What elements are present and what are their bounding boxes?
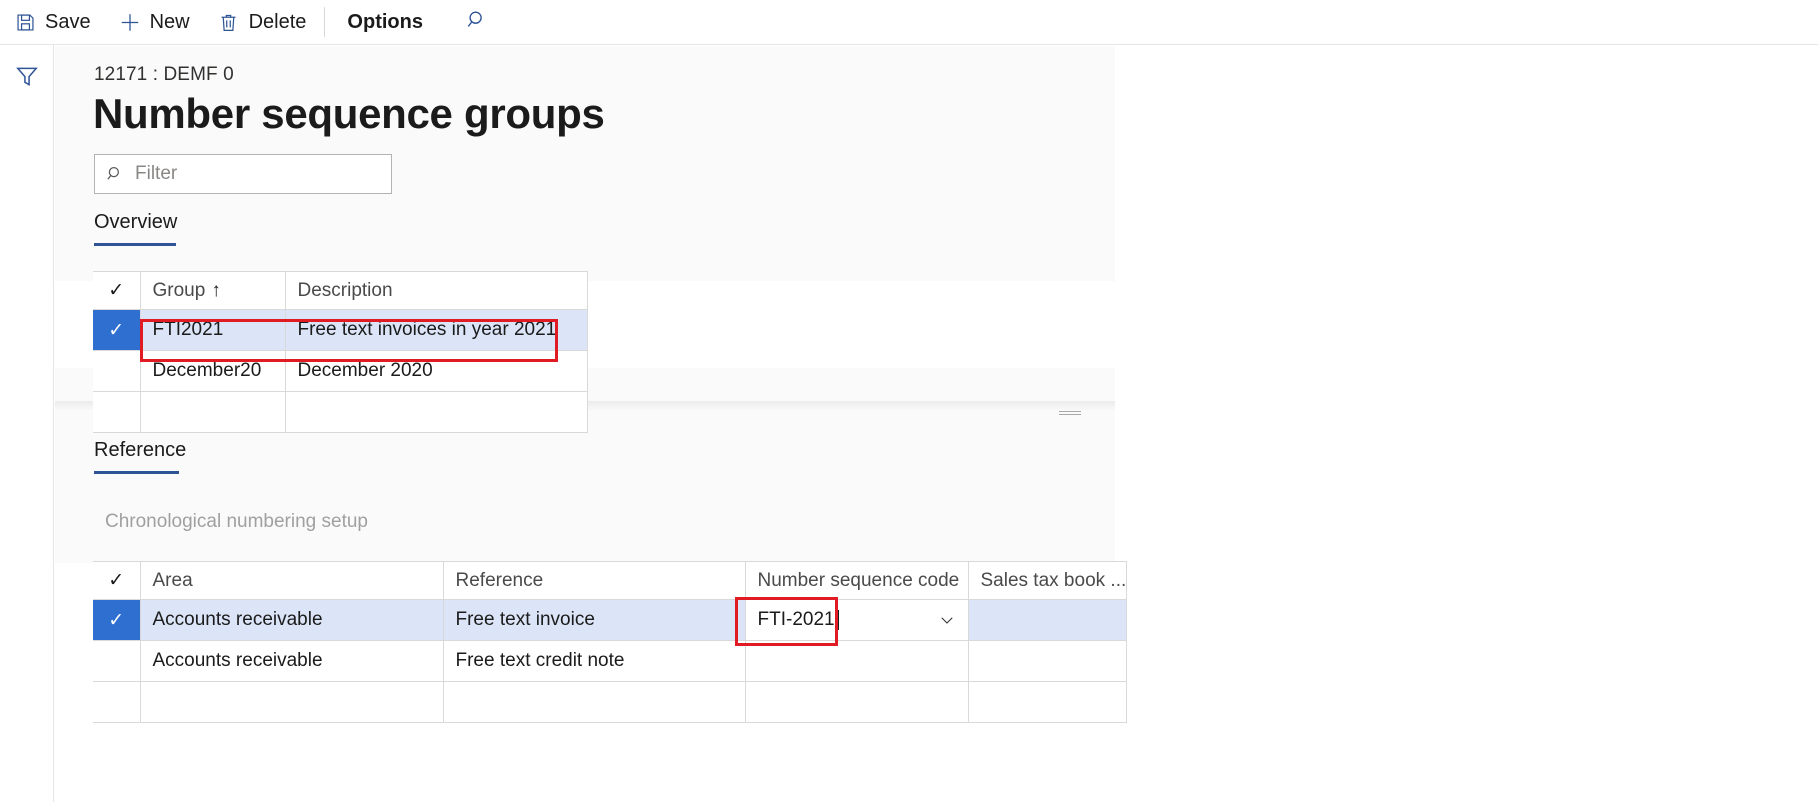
table-row[interactable] <box>93 392 587 433</box>
reference-grid-header-row: ✓ Area Reference Number sequence code Sa… <box>93 562 1127 600</box>
main-content: 12171 : DEMF 0 Number sequence groups Ov… <box>55 46 1818 802</box>
save-button[interactable]: Save <box>0 0 105 44</box>
cell-number-sequence-code[interactable] <box>745 641 968 682</box>
cell-reference[interactable] <box>443 682 745 723</box>
table-row[interactable]: ✓ Accounts receivable Free text invoice … <box>93 600 1127 641</box>
chronological-numbering-setup-label: Chronological numbering setup <box>105 511 368 533</box>
table-row[interactable]: Accounts receivable Free text credit not… <box>93 641 1127 682</box>
cell-sales-tax-book[interactable] <box>968 682 1127 723</box>
command-bar-separator <box>324 7 325 37</box>
column-header-description-label: Description <box>298 280 393 301</box>
panel-splitter-handle[interactable] <box>1059 411 1081 415</box>
cell-sales-tax-book[interactable] <box>968 600 1127 641</box>
cell-number-sequence-code[interactable]: FTI-2021 <box>745 600 968 641</box>
trash-icon <box>218 11 240 33</box>
select-all-header[interactable]: ✓ <box>93 272 140 310</box>
search-button[interactable] <box>455 0 499 44</box>
table-row[interactable]: December20 December 2020 <box>93 351 587 392</box>
cell-sales-tax-book[interactable] <box>968 641 1127 682</box>
funnel-icon <box>14 76 40 93</box>
checkmark-icon: ✓ <box>108 319 124 342</box>
row-selector[interactable] <box>93 682 140 723</box>
tab-reference[interactable]: Reference <box>94 439 186 474</box>
cell-reference[interactable]: Free text invoice <box>443 600 745 641</box>
column-header-reference[interactable]: Reference <box>443 562 745 600</box>
checkmark-icon: ✓ <box>108 609 124 632</box>
row-selector[interactable]: ✓ <box>93 600 140 641</box>
chevron-down-icon[interactable] <box>938 611 956 629</box>
cell-description[interactable]: December 2020 <box>285 351 587 392</box>
row-selector[interactable] <box>93 392 140 433</box>
select-all-header[interactable]: ✓ <box>93 562 140 600</box>
cell-area[interactable]: Accounts receivable <box>140 641 443 682</box>
cell-group[interactable] <box>140 392 285 433</box>
cell-description[interactable]: Free text invoices in year 2021 <box>285 310 587 351</box>
delete-button[interactable]: Delete <box>204 0 321 44</box>
plus-icon <box>119 11 141 33</box>
column-header-number-sequence-code[interactable]: Number sequence code <box>745 562 968 600</box>
overview-grid: ✓ Group↑ Description ✓ FTI2021 Free <box>93 271 588 433</box>
row-selector[interactable]: ✓ <box>93 310 140 351</box>
column-header-description[interactable]: Description <box>285 272 587 310</box>
cell-group[interactable]: FTI2021 <box>140 310 285 351</box>
options-button[interactable]: Options <box>329 11 441 34</box>
overview-grid-header-row: ✓ Group↑ Description <box>93 272 587 310</box>
filter-pane-button[interactable] <box>14 63 40 89</box>
new-button[interactable]: New <box>105 0 204 44</box>
left-rail <box>0 45 54 802</box>
new-button-label: New <box>150 11 190 34</box>
table-row[interactable]: ✓ FTI2021 Free text invoices in year 202… <box>93 310 587 351</box>
delete-button-label: Delete <box>249 11 307 34</box>
column-header-group-label: Group <box>153 280 206 301</box>
cell-area[interactable] <box>140 682 443 723</box>
page-title: Number sequence groups <box>93 90 605 138</box>
command-bar: Save New Delete Options <box>0 0 1818 45</box>
tab-overview-underline <box>94 243 176 246</box>
row-selector[interactable] <box>93 351 140 392</box>
checkmark-icon: ✓ <box>108 569 124 592</box>
cell-reference[interactable]: Free text credit note <box>443 641 745 682</box>
tab-overview-label: Overview <box>94 211 177 233</box>
filter-field[interactable] <box>94 154 392 194</box>
number-sequence-code-value: FTI-2021 <box>758 609 835 631</box>
cell-group[interactable]: December20 <box>140 351 285 392</box>
tab-reference-label: Reference <box>94 439 186 461</box>
splitter-line <box>1059 414 1081 415</box>
cell-area[interactable]: Accounts receivable <box>140 600 443 641</box>
search-icon <box>106 165 124 183</box>
save-button-label: Save <box>45 11 91 34</box>
tab-overview[interactable]: Overview <box>94 211 177 246</box>
save-icon <box>14 11 36 33</box>
cell-description[interactable] <box>285 392 587 433</box>
search-icon <box>466 9 488 36</box>
reference-grid: ✓ Area Reference Number sequence code Sa… <box>93 561 1127 723</box>
table-row[interactable] <box>93 682 1127 723</box>
row-selector[interactable] <box>93 641 140 682</box>
tab-reference-underline <box>94 471 179 474</box>
cell-number-sequence-code[interactable] <box>745 682 968 723</box>
filter-input[interactable] <box>133 162 377 186</box>
column-header-sales-tax-book[interactable]: Sales tax book ... <box>968 562 1127 600</box>
checkmark-icon: ✓ <box>108 279 124 302</box>
column-header-area[interactable]: Area <box>140 562 443 600</box>
sort-ascending-icon: ↑ <box>211 280 221 301</box>
column-header-group[interactable]: Group↑ <box>140 272 285 310</box>
splitter-line <box>1059 411 1081 412</box>
breadcrumb: 12171 : DEMF 0 <box>94 64 234 86</box>
